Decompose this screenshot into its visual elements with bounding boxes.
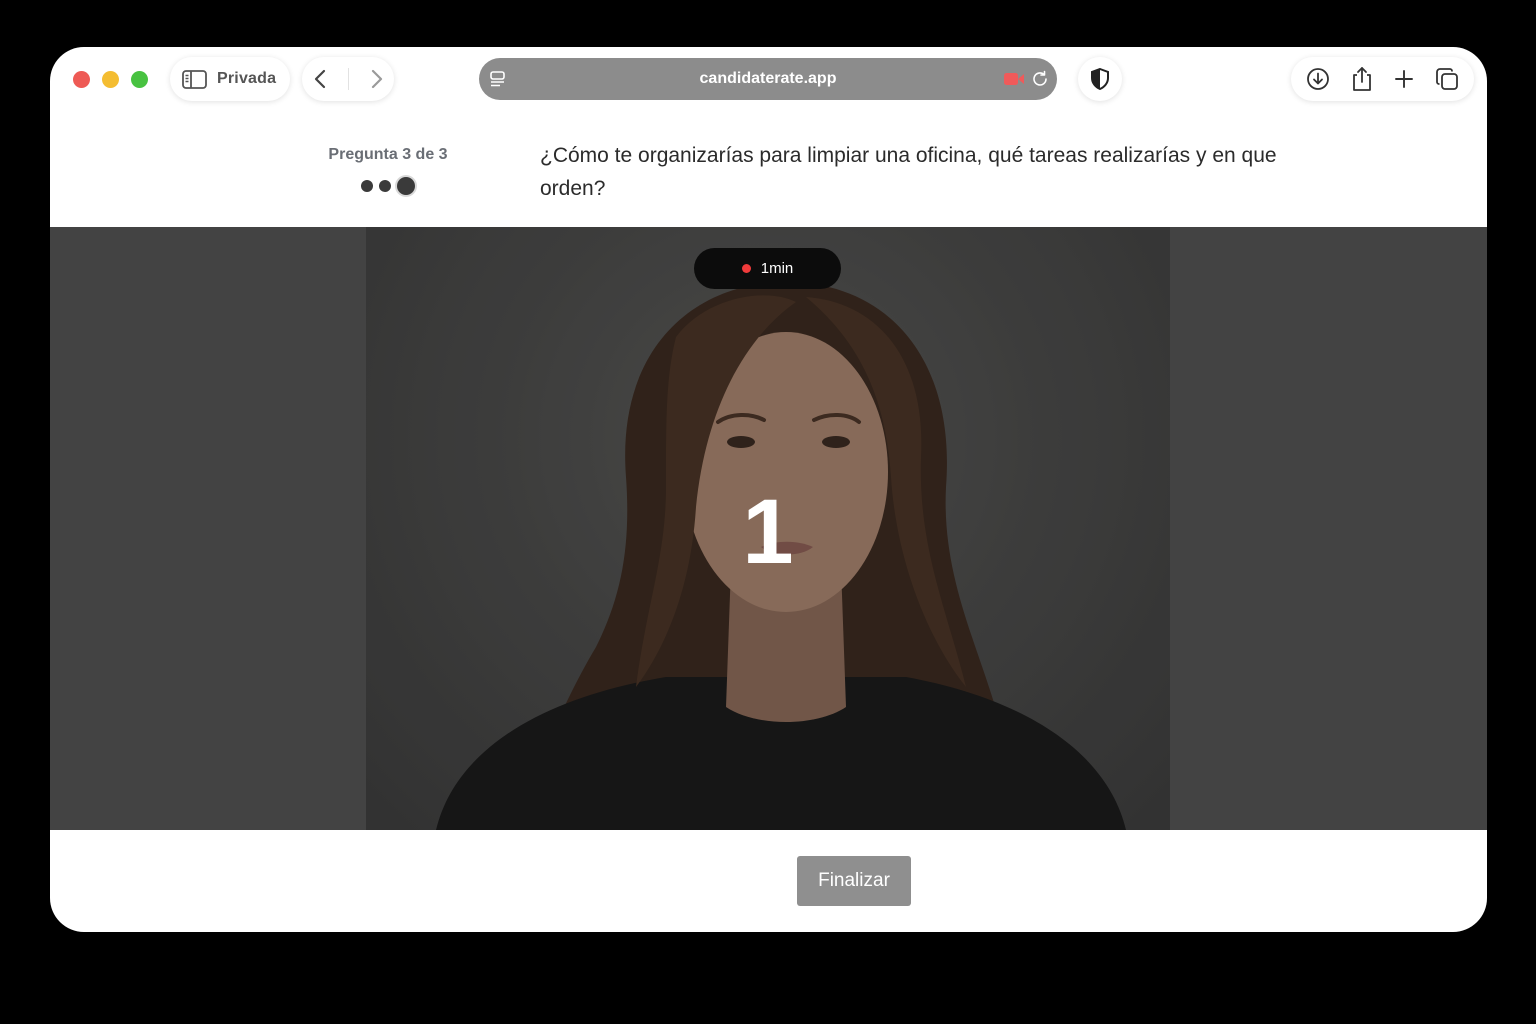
url-text: candidaterate.app (699, 70, 837, 87)
recording-timer-text: 1min (760, 260, 794, 277)
private-label: Privada (217, 70, 277, 87)
shield-icon (1090, 68, 1110, 90)
recording-dot-icon (741, 264, 751, 273)
question-text: ¿Cómo te organizarías para limpiar una o… (540, 144, 1277, 200)
forward-button[interactable] (370, 69, 384, 89)
progress-dot-3 (397, 177, 415, 195)
plus-icon (1395, 70, 1414, 88)
history-navigation (302, 57, 394, 101)
question-progress-dots (361, 177, 415, 195)
close-window-button[interactable] (73, 71, 90, 88)
camera-in-use-icon[interactable] (1003, 71, 1025, 87)
address-bar[interactable]: candidaterate.app (479, 58, 1057, 100)
countdown-number: 1 (742, 481, 794, 583)
reload-icon[interactable] (1031, 70, 1049, 88)
progress-dot-1 (361, 180, 373, 192)
new-tab-button[interactable] (1394, 69, 1414, 89)
chevron-right-icon (371, 69, 382, 89)
minimize-window-button[interactable] (102, 71, 119, 88)
share-icon (1352, 67, 1371, 91)
question-header: Pregunta 3 de 3 ¿Cómo te organizarías pa… (50, 111, 1487, 227)
tabs-icon (1436, 68, 1459, 90)
video-area: 1min 1 (50, 227, 1487, 830)
sidebar-private-button[interactable]: Privada (170, 57, 290, 101)
chevron-left-icon (314, 69, 325, 89)
browser-toolbar: Privada candidaterate.app (50, 47, 1487, 111)
tab-overview-button[interactable] (1435, 67, 1459, 91)
browser-window: Privada candidaterate.app Pregunta 3 de … (50, 47, 1487, 932)
recording-timer: 1min (694, 248, 841, 289)
back-button[interactable] (313, 69, 327, 89)
question-counter: Pregunta 3 de 3 (328, 146, 448, 163)
progress-dot-2 (379, 180, 391, 192)
nav-divider (347, 68, 349, 90)
share-button[interactable] (1351, 66, 1373, 92)
privacy-report-button[interactable] (1078, 57, 1122, 101)
download-icon (1306, 68, 1329, 90)
sidebar-icon (182, 69, 207, 89)
finish-button[interactable]: Finalizar (797, 856, 911, 906)
zoom-window-button[interactable] (131, 71, 148, 88)
toolbar-actions (1291, 57, 1474, 101)
downloads-button[interactable] (1306, 67, 1330, 91)
